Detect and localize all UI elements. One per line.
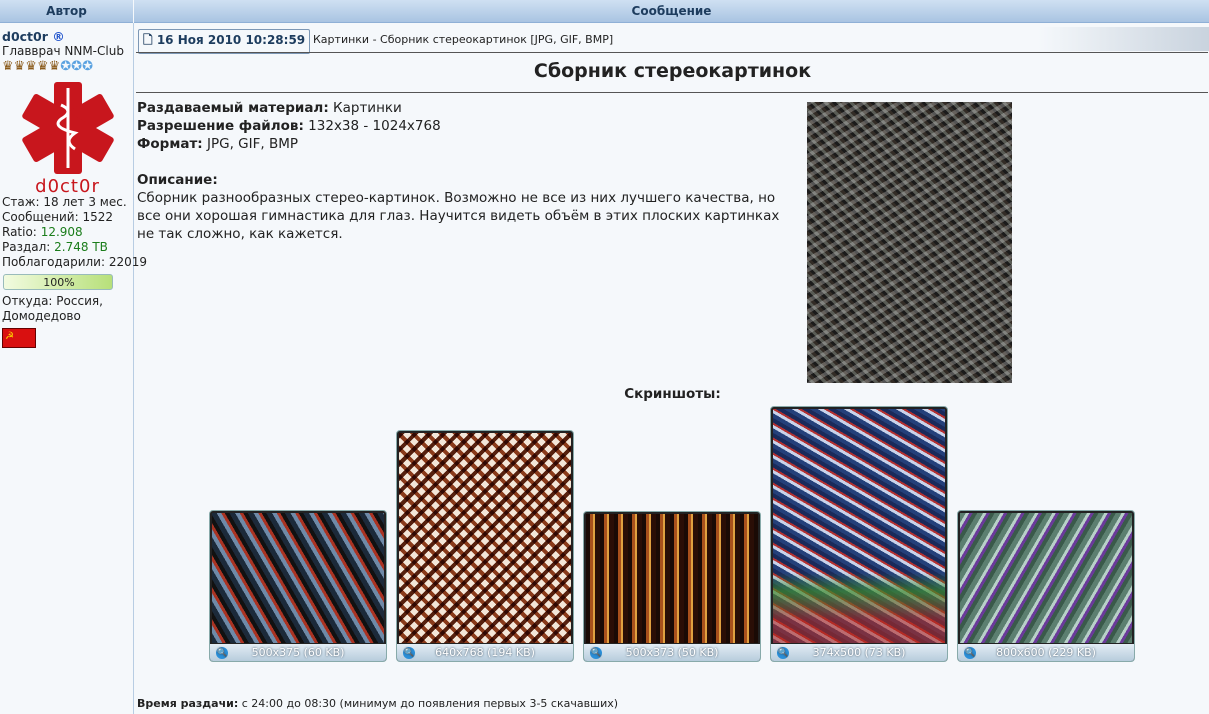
ratio-label: Ratio: bbox=[2, 225, 37, 239]
poster-image[interactable] bbox=[807, 102, 1012, 383]
author-panel: d0ct0r ® Главврач NNM-Club ♛♛♛♛♛✪✪✪ d0ct… bbox=[0, 23, 148, 714]
author-column-header: Автор bbox=[0, 0, 133, 23]
progress-bar: 100% bbox=[3, 274, 113, 290]
post-title: Сборник стереокартинок bbox=[533, 60, 812, 82]
author-rank: Главврач NNM-Club bbox=[2, 44, 124, 58]
zoom-icon: 🔍 bbox=[403, 647, 415, 659]
screenshot-thumb-4[interactable]: 🔍 374x500 (73 KB) bbox=[770, 406, 948, 662]
registered-mark: ® bbox=[52, 29, 65, 44]
author-experience: Стаж: 18 лет 3 мес. bbox=[2, 195, 127, 209]
avatar: d0ct0r bbox=[11, 80, 123, 196]
upload-label: Раздал: bbox=[2, 240, 51, 254]
zoom-icon: 🔍 bbox=[216, 647, 228, 659]
description-text: Сборник разнообразных стерео-картинок. В… bbox=[137, 190, 780, 242]
description-label: Описание: bbox=[137, 172, 218, 188]
screenshots-label: Скриншоты: bbox=[624, 386, 721, 402]
zoom-icon: 🔍 bbox=[964, 647, 976, 659]
post-date[interactable]: 🗋 16 Ноя 2010 10:28:59 bbox=[138, 29, 311, 54]
seed-time: Время раздачи: с 24:00 до 08:30 (минимум… bbox=[137, 697, 619, 710]
message-column-header: Сообщение bbox=[134, 0, 1209, 23]
screenshot-thumb-3[interactable]: 🔍 500x373 (50 KB) bbox=[583, 511, 761, 662]
divider bbox=[136, 92, 1208, 93]
award-icons: ♛♛♛♛♛✪✪✪ bbox=[2, 59, 93, 74]
upload-value: 2.748 TB bbox=[54, 240, 108, 254]
ratio-value: 12.908 bbox=[40, 225, 83, 239]
blurred-area bbox=[1038, 27, 1209, 51]
zoom-icon: 🔍 bbox=[590, 647, 602, 659]
author-location: Откуда: Россия, Домодедово bbox=[2, 294, 103, 323]
post-info: Раздаваемый материал: Картинки Разрешени… bbox=[137, 99, 797, 243]
zoom-icon: 🔍 bbox=[777, 647, 789, 659]
screenshot-thumb-5[interactable]: 🔍 800x600 (229 KB) bbox=[957, 510, 1135, 662]
divider bbox=[136, 52, 1208, 53]
post-subject: Картинки - Сборник стереокартинок [JPG, … bbox=[313, 33, 614, 46]
author-name[interactable]: d0ct0r bbox=[2, 29, 48, 44]
screenshot-thumb-2[interactable]: 🔍 640x768 (194 KB) bbox=[396, 430, 574, 662]
author-posts: Сообщений: 1522 bbox=[2, 210, 113, 224]
author-thanks: Поблагодарили: 22019 bbox=[2, 255, 148, 269]
screenshot-thumb-1[interactable]: 🔍 500x375 (60 KB) bbox=[209, 510, 387, 662]
ussr-flag-icon: ☭ bbox=[2, 328, 36, 348]
star-of-life-icon bbox=[21, 82, 114, 174]
